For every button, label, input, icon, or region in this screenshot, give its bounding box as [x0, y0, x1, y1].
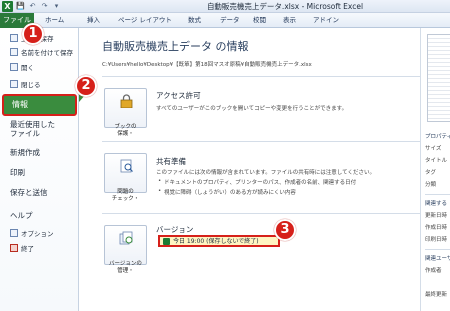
people-label: 作成者 [425, 268, 442, 274]
nav-help[interactable]: ヘルプ [0, 208, 79, 222]
manage-versions-label: バージョンの 管理・ [109, 261, 142, 274]
manage-versions-button[interactable]: バージョンの 管理・ [104, 225, 147, 274]
divider [425, 194, 450, 195]
divider [102, 141, 420, 142]
workbook-preview-thumbnail[interactable] [427, 34, 450, 122]
related-people-heading: 関連ユーザー [425, 256, 450, 262]
tab-formulas[interactable]: 数式 [188, 13, 201, 28]
nav-info[interactable]: 情報 [2, 94, 77, 116]
tab-page-layout[interactable]: ページ レイアウト [118, 13, 172, 28]
properties-panel: プロパティ サイズ タイトル タグ 分類 関連する 更新日時 作成日時 印刷日時… [420, 28, 450, 311]
backstage-nav: 上書き保存 名前を付けて保存 開く 閉じる 情報 最近使用した ファイル 新規作… [0, 28, 79, 311]
callout-marker-2: 2 [75, 75, 97, 97]
properties-heading[interactable]: プロパティ [425, 132, 450, 140]
divider [425, 249, 450, 250]
date-label: 作成日時 [425, 225, 448, 231]
check-for-issues-label: 問題の チェック・ [111, 189, 140, 202]
tab-addins[interactable]: アドイン [313, 13, 339, 28]
permissions-description: すべてのユーザーがこのブックを開いてコピーや変更を行うことができます。 [156, 106, 348, 112]
property-label: 分類 [425, 182, 437, 188]
prepare-bullet: ドキュメントのプロパティ、プリンターのパス、作成者の名前、関連する日付 [158, 178, 356, 186]
lock-icon [120, 94, 133, 108]
excel-file-icon [163, 238, 170, 245]
info-panel: 自動販売機売上データ の情報 C:¥Users¥hello¥Desktop¥【既… [80, 28, 420, 311]
save-as-icon [10, 47, 18, 56]
version-entry-label: 今日 19:00 (保存しないで終了) [173, 238, 259, 245]
title-bar: X 💾 ↶ ↷ ▾ 自動販売機売上データ.xlsx - Microsoft Ex… [0, 0, 450, 13]
date-label: 印刷日時 [425, 237, 448, 243]
nav-options-label: オプション [21, 229, 54, 238]
callout-marker-1: 1 [22, 23, 44, 45]
nav-save-as[interactable]: 名前を付けて保存 [0, 46, 79, 57]
versions-icon [119, 231, 133, 245]
nav-print[interactable]: 印刷 [0, 165, 79, 179]
divider [102, 76, 420, 77]
divider [102, 213, 420, 214]
nav-close-label: 閉じる [21, 80, 41, 89]
nav-exit[interactable]: 終了 [0, 242, 79, 253]
protect-workbook-button[interactable]: ブックの 保護・ [104, 88, 147, 137]
tab-review[interactable]: 校閲 [253, 13, 266, 28]
page-title: 自動販売機売上データ の情報 [102, 40, 249, 53]
protect-workbook-label: ブックの 保護・ [114, 124, 137, 137]
related-dates-heading: 関連する [425, 201, 448, 207]
nav-open[interactable]: 開く [0, 61, 79, 72]
nav-save-as-label: 名前を付けて保存 [21, 48, 73, 57]
close-file-icon [10, 79, 18, 88]
prepare-bullet: 視覚に障碍（しょうがい）のある方が読みにくい内容 [158, 188, 296, 196]
save-icon [10, 33, 18, 42]
callout-marker-3: 3 [274, 219, 296, 241]
property-label: サイズ [425, 146, 442, 152]
tab-data[interactable]: データ [220, 13, 240, 28]
prepare-heading: 共有準備 [156, 157, 186, 166]
permissions-heading: アクセス許可 [156, 91, 201, 100]
nav-exit-label: 終了 [21, 244, 34, 253]
nav-save-send[interactable]: 保存と送信 [0, 185, 79, 199]
version-entry[interactable]: 今日 19:00 (保存しないで終了) [158, 235, 280, 247]
date-label: 更新日時 [425, 213, 448, 219]
versions-heading: バージョン [156, 225, 194, 234]
window-title: 自動販売機売上データ.xlsx - Microsoft Excel [206, 2, 364, 11]
nav-close[interactable]: 閉じる [0, 78, 79, 89]
ribbon-tabs: ファイル ホーム 挿入 ページ レイアウト 数式 データ 校閲 表示 アドイン [0, 13, 450, 28]
exit-icon [10, 243, 18, 252]
folder-open-icon [10, 62, 18, 71]
prepare-description: このファイルには次の情報が含まれています。ファイルの共有時には注意してください。 [156, 170, 375, 176]
nav-open-label: 開く [21, 63, 34, 72]
inspect-document-icon [120, 159, 133, 173]
nav-recent[interactable]: 最近使用した ファイル [0, 118, 79, 140]
property-label: タグ [425, 170, 437, 176]
nav-new[interactable]: 新規作成 [0, 145, 79, 159]
tab-insert[interactable]: 挿入 [87, 13, 100, 28]
property-label: タイトル [425, 158, 448, 164]
options-icon [10, 228, 18, 237]
check-for-issues-button[interactable]: 問題の チェック・ [104, 153, 147, 202]
tab-view[interactable]: 表示 [283, 13, 296, 28]
nav-options[interactable]: オプション [0, 227, 79, 238]
file-path: C:¥Users¥hello¥Desktop¥【既箪】第18回マスオ原稿¥自動販… [102, 62, 312, 68]
tab-home[interactable]: ホーム [45, 13, 64, 28]
people-label: 最終更新 [425, 292, 448, 298]
